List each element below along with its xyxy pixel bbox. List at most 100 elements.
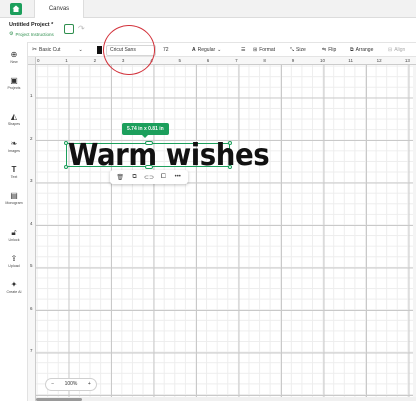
color-swatch[interactable] (97, 43, 102, 57)
canvas-text[interactable]: Warm wishes (68, 138, 270, 173)
project-title[interactable]: Untitled Project * (9, 22, 53, 28)
ruler-top-label: 13 (404, 58, 410, 63)
arrange-button[interactable]: ⧉ Arrange (350, 43, 373, 57)
align-icon: ⊟ (388, 47, 393, 53)
arrange-icon: ⧉ (350, 47, 354, 53)
top-bar: Canvas (0, 0, 416, 18)
sidebar-item-shapes[interactable]: ◭ Shapes (0, 112, 28, 126)
sidebar-item-text[interactable]: T Text (0, 165, 28, 179)
size-icon: ⤡ (290, 47, 295, 53)
size-button[interactable]: ⤡ Size (290, 43, 306, 57)
project-instructions-link[interactable]: ⚙ Project Instructions (9, 31, 54, 37)
redo-icon[interactable]: ↷ (78, 24, 85, 34)
attach-icon[interactable]: ⊂⊃ (144, 174, 154, 181)
sidebar-item-label: Upload (8, 264, 20, 268)
font-style-icon: A (192, 47, 196, 53)
sidebar-item-images[interactable]: ❧ Images (0, 139, 28, 153)
gear-icon: ⚙ (9, 31, 14, 37)
chevron-down-icon: ⌄ (78, 47, 83, 53)
dimensions-badge: 5.74 in x 0.81 in (122, 123, 169, 138)
sidebar-item-label: New (10, 60, 18, 64)
tab-canvas[interactable]: Canvas (34, 0, 84, 18)
monogram-icon: ▤ (10, 191, 18, 200)
flip-icon: ⇋ (322, 47, 327, 53)
ruler-left-label: 5 (30, 263, 33, 268)
sidebar-item-label: Projects (7, 86, 21, 90)
operation-select[interactable]: ✂ Basic Cut ⌄ (32, 43, 83, 57)
upload-icon: ⇪ (10, 254, 18, 263)
home-icon[interactable] (10, 3, 22, 15)
zoom-control: − 100% + (45, 378, 97, 391)
images-icon: ❧ (10, 139, 18, 148)
plus-icon: ⊕ (10, 50, 18, 59)
text-icon: T (11, 165, 17, 174)
sparkle-icon: ✦ (10, 280, 18, 289)
format-label: Format (259, 47, 276, 53)
sidebar-item-label: Unlock (8, 238, 20, 242)
ruler-top-label: 2 (93, 58, 97, 63)
ruler-left-label: 4 (30, 220, 33, 226)
ruler-left-label: 3 (30, 178, 33, 183)
ruler-top-label: 7 (235, 58, 238, 63)
align-button[interactable]: ⊟ Align (388, 43, 405, 57)
ruler-top-label: 0 (37, 58, 40, 63)
sidebar-item-upload[interactable]: ⇪ Upload (0, 254, 28, 268)
zoom-in-button[interactable]: + (88, 379, 91, 390)
left-sidebar: ⊕ New ▣ Projects ◭ Shapes ❧ Images T Tex… (0, 42, 28, 401)
ruler-left-label: 2 (30, 135, 33, 141)
font-size-value: 72 (163, 47, 169, 53)
horizontal-scrollbar[interactable] (36, 397, 416, 401)
font-style-select[interactable]: A Regular ⌄ (192, 43, 221, 57)
size-label: Size (296, 47, 306, 53)
sidebar-item-new[interactable]: ⊕ New (0, 50, 28, 64)
sidebar-item-label: Images (8, 149, 20, 153)
sidebar-item-projects[interactable]: ▣ Projects (0, 76, 28, 90)
ruler-left-label: 7 (30, 348, 33, 353)
ruler-top-label: 6 (206, 58, 210, 63)
save-icon[interactable] (64, 24, 74, 34)
ruler-top-label: 9 (291, 58, 295, 63)
delete-icon[interactable]: 🗑︎ (115, 174, 125, 181)
ruler-top-label: 12 (376, 58, 382, 63)
project-bar: Untitled Project * ⚙ Project Instruction… (0, 18, 416, 42)
sidebar-item-label: Create AI (6, 290, 22, 294)
sidebar-item-label: Text (10, 175, 18, 179)
ruler-top-label: 10 (320, 58, 326, 63)
align-text-button[interactable]: ☰ (241, 43, 245, 57)
annotation-circle (103, 25, 155, 75)
sidebar-item-monogram[interactable]: ▤ Monogram (0, 191, 28, 205)
zoom-out-button[interactable]: − (51, 379, 54, 390)
color-swatch-fill (97, 46, 102, 54)
ruler-left-label: 6 (30, 305, 33, 311)
sidebar-item-label: Monogram (5, 201, 23, 205)
font-size-input[interactable]: 72 (163, 43, 169, 57)
ruler-top-label: 11 (348, 58, 353, 63)
flip-label: Flip (328, 47, 337, 53)
projects-icon: ▣ (10, 76, 18, 85)
operation-label: Basic Cut (39, 47, 61, 53)
font-style-label: Regular (197, 47, 216, 53)
scissors-icon: ✂ (32, 47, 38, 53)
zoom-level: 100% (64, 381, 78, 387)
format-icon: ⊞ (253, 47, 258, 53)
chevron-down-icon: ⌄ (217, 47, 222, 53)
ruler-top-label: 1 (65, 58, 68, 63)
duplicate-icon[interactable]: ⧉ (130, 174, 140, 181)
ruler-left-label: 1 (30, 93, 33, 98)
format-button[interactable]: ⊞ Format (253, 43, 275, 57)
project-instructions-label: Project Instructions (15, 31, 54, 37)
ruler-top-label: 8 (263, 58, 266, 63)
design-canvas[interactable] (36, 65, 416, 401)
ruler-top: 0 1 2 3 4 5 6 7 8 9 10 11 12 13 (36, 57, 416, 65)
more-icon[interactable]: ••• (173, 174, 183, 180)
arrange-label: Arrange (355, 47, 374, 53)
align-left-icon: ☰ (241, 47, 246, 53)
sidebar-item-unlock[interactable]: 🔓︎ Unlock (0, 228, 28, 242)
flip-button[interactable]: ⇋ Flip (322, 43, 336, 57)
ruler-top-label: 5 (178, 58, 182, 63)
ruler-left: 1 2 3 4 5 6 7 (28, 65, 36, 401)
group-icon[interactable]: ⧠ (158, 174, 168, 181)
align-label: Align (394, 47, 406, 53)
shapes-icon: ◭ (10, 112, 18, 121)
sidebar-item-create-ai[interactable]: ✦ Create AI (0, 280, 28, 294)
